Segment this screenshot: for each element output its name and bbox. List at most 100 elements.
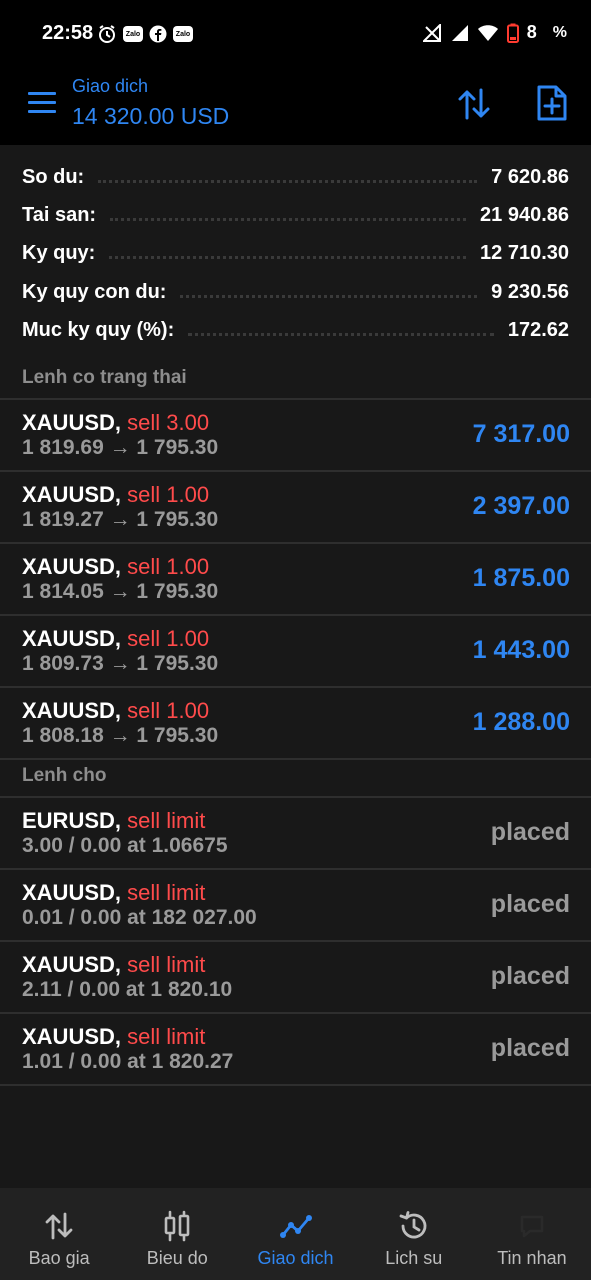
- order-side: sell 1.00: [127, 482, 210, 507]
- order-side: sell limit: [127, 808, 206, 833]
- order-side: sell 1.00: [127, 554, 210, 579]
- summary-value: 21 940.86: [480, 203, 569, 226]
- order-title: EURUSD, sell limit: [22, 808, 205, 834]
- order-title: XAUUSD, sell limit: [22, 880, 205, 906]
- signal-icon: [451, 24, 468, 41]
- summary-value: 9 230.56: [491, 280, 569, 303]
- order-prices: 1 819.69 → 1 795.30: [22, 436, 219, 459]
- order-state: placed: [490, 1034, 570, 1062]
- order-title: XAUUSD, sell 1.00: [22, 482, 209, 508]
- order-title: XAUUSD, sell 1.00: [22, 698, 209, 724]
- new-order-button[interactable]: [536, 84, 568, 122]
- dotted-leader: [109, 255, 467, 259]
- nav-history[interactable]: Lich su: [355, 1188, 473, 1280]
- order-symbol: XAUUSD,: [22, 626, 122, 651]
- section-title: Lenh co trang thai: [22, 367, 187, 388]
- order-symbol: XAUUSD,: [22, 1024, 122, 1049]
- order-profit: 1 288.00: [472, 708, 570, 736]
- order-prices: 1 808.18 → 1 795.30: [22, 724, 219, 747]
- order-side: sell limit: [127, 1024, 206, 1049]
- order-side: sell 1.00: [127, 626, 210, 651]
- summary-label: Tai san:: [22, 203, 97, 226]
- status-bar: 22:58 Zalo Zalo 8 %: [0, 0, 591, 70]
- nav-trade[interactable]: Giao dich: [236, 1188, 354, 1280]
- open-order-row[interactable]: XAUUSD, sell 1.00 1 808.18 → 1 795.30 1 …: [0, 688, 591, 760]
- menu-icon-line: [28, 110, 56, 113]
- bottom-navigation: Bao gia Bieu do Giao dich Lich su Tin nh…: [0, 1188, 591, 1280]
- wifi-icon: [477, 24, 498, 41]
- dotted-leader: [110, 217, 467, 221]
- status-time: 22:58: [42, 22, 94, 44]
- nav-quotes[interactable]: Bao gia: [0, 1188, 118, 1280]
- candlestick-icon: [164, 1210, 190, 1242]
- summary-label: Ky quy:: [22, 241, 96, 264]
- open-order-row[interactable]: XAUUSD, sell 3.00 1 819.69 → 1 795.30 7 …: [0, 400, 591, 472]
- open-order-row[interactable]: XAUUSD, sell 1.00 1 814.05 → 1 795.30 1 …: [0, 544, 591, 616]
- order-side: sell 1.00: [127, 698, 210, 723]
- summary-value: 7 620.86: [491, 165, 569, 188]
- nav-label: Giao dich: [257, 1248, 334, 1268]
- battery-unit: %: [552, 23, 567, 41]
- status-left-icons: Zalo Zalo: [97, 24, 193, 44]
- order-symbol: XAUUSD,: [22, 698, 122, 723]
- zalo-notification-icon: Zalo: [123, 26, 143, 42]
- order-title: XAUUSD, sell limit: [22, 952, 205, 978]
- summary-value: 172.62: [507, 318, 569, 341]
- alarm-icon: [99, 25, 115, 43]
- order-details: 0.01 / 0.00 at 182 027.00: [22, 906, 257, 929]
- pending-order-row[interactable]: XAUUSD, sell limit 2.11 / 0.00 at 1 820.…: [0, 942, 591, 1014]
- pending-orders-header: Lenh cho: [0, 760, 591, 798]
- sort-arrows-icon: [458, 88, 490, 120]
- summary-value: 12 710.30: [480, 241, 569, 264]
- order-symbol: EURUSD,: [22, 808, 122, 833]
- order-symbol: XAUUSD,: [22, 880, 122, 905]
- order-profit: 2 397.00: [472, 492, 570, 520]
- order-symbol: XAUUSD,: [22, 410, 122, 435]
- order-title: XAUUSD, sell 3.00: [22, 410, 209, 436]
- message-icon: [520, 1215, 544, 1238]
- pending-order-row[interactable]: EURUSD, sell limit 3.00 / 0.00 at 1.0667…: [0, 798, 591, 870]
- sort-button[interactable]: [456, 86, 492, 122]
- nav-label: Lich su: [385, 1248, 443, 1268]
- battery-level: 8: [526, 22, 537, 42]
- open-orders-header: Lenh co trang thai: [0, 362, 591, 400]
- order-profit: 7 317.00: [472, 420, 570, 448]
- summary-row-balance: So du: 7 620.86: [22, 162, 569, 192]
- summary-label: So du:: [22, 165, 85, 188]
- section-title: Lenh cho: [22, 765, 107, 786]
- summary-row-equity: Tai san: 21 940.86: [22, 200, 569, 230]
- order-symbol: XAUUSD,: [22, 554, 122, 579]
- order-title: XAUUSD, sell 1.00: [22, 626, 209, 652]
- nav-label: Bao gia: [28, 1248, 90, 1268]
- nav-charts[interactable]: Bieu do: [118, 1188, 236, 1280]
- signal-off-icon: [422, 23, 441, 42]
- open-order-row[interactable]: XAUUSD, sell 1.00 1 819.27 → 1 795.30 2 …: [0, 472, 591, 544]
- order-state: placed: [490, 890, 570, 918]
- page-title: Giao dich: [72, 76, 149, 96]
- history-icon: [399, 1211, 427, 1239]
- dotted-leader: [180, 294, 478, 298]
- order-side: sell limit: [127, 880, 206, 905]
- summary-label: Muc ky quy (%):: [22, 318, 175, 341]
- order-prices: 1 809.73 → 1 795.30: [22, 652, 219, 675]
- open-order-row[interactable]: XAUUSD, sell 1.00 1 809.73 → 1 795.30 1 …: [0, 616, 591, 688]
- sort-arrows-icon: [45, 1212, 73, 1240]
- order-details: 3.00 / 0.00 at 1.06675: [22, 834, 228, 857]
- facebook-icon: [149, 25, 167, 43]
- menu-icon-line: [28, 101, 56, 104]
- status-right-icons: 8 %: [422, 22, 567, 43]
- zalo-notification-icon: Zalo: [173, 26, 193, 42]
- nav-label: Bieu do: [146, 1248, 208, 1268]
- trade-line-icon: [279, 1215, 312, 1238]
- order-state: placed: [490, 818, 570, 846]
- menu-button[interactable]: [28, 92, 56, 116]
- order-state: placed: [490, 962, 570, 990]
- summary-row-margin-level: Muc ky quy (%): 172.62: [22, 315, 569, 345]
- pending-order-row[interactable]: XAUUSD, sell limit 0.01 / 0.00 at 182 02…: [0, 870, 591, 942]
- order-profit: 1 875.00: [472, 564, 570, 592]
- nav-messages[interactable]: Tin nhan: [473, 1188, 591, 1280]
- pending-order-row[interactable]: XAUUSD, sell limit 1.01 / 0.00 at 1 820.…: [0, 1014, 591, 1086]
- summary-row-free-margin: Ky quy con du: 9 230.56: [22, 277, 569, 307]
- order-profit: 1 443.00: [472, 636, 570, 664]
- summary-row-margin: Ky quy: 12 710.30: [22, 238, 569, 268]
